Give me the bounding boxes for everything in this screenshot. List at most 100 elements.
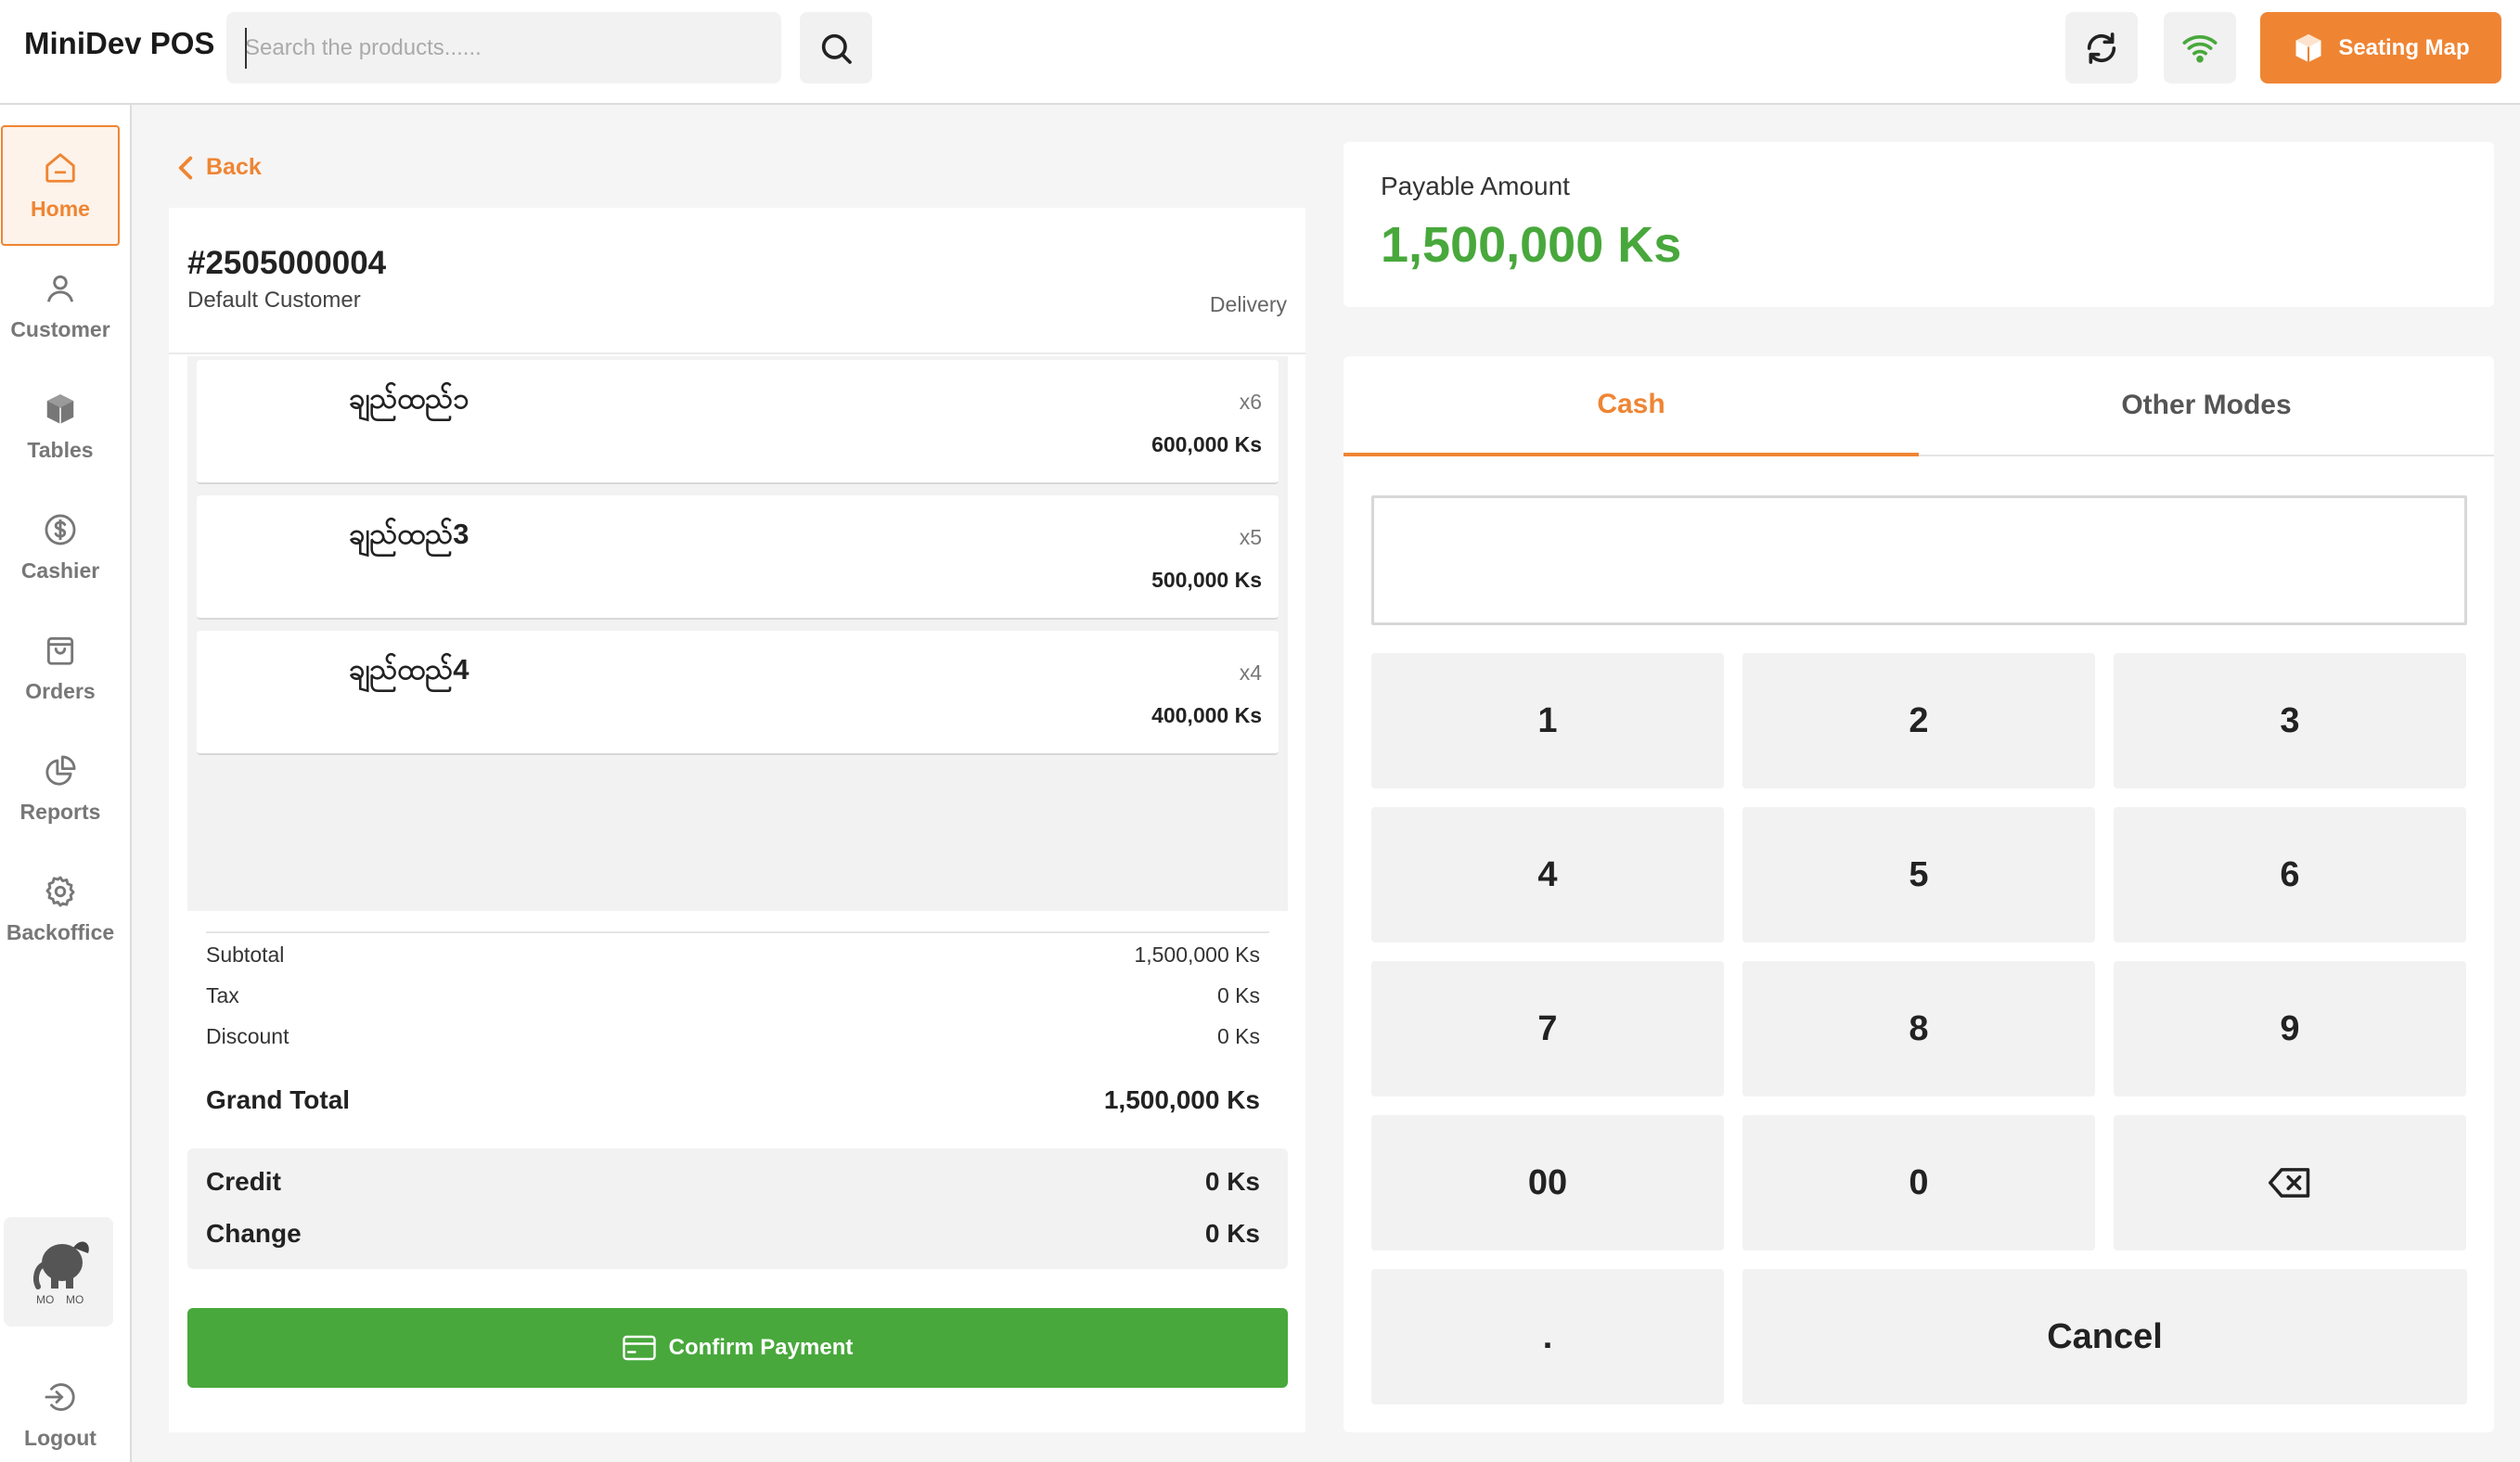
- payable-label: Payable Amount: [1381, 172, 1570, 200]
- backspace-icon: [2269, 1168, 2310, 1198]
- sidebar-item-label: Reports: [19, 799, 101, 824]
- tab-other-modes[interactable]: Other Modes: [1919, 356, 2494, 456]
- top-bar: MiniDev POS Seating Map: [0, 0, 2520, 105]
- app-title: MiniDev POS: [24, 26, 215, 60]
- subtotal-value: 1,500,000 Ks: [1134, 943, 1260, 967]
- sidebar-item-tables[interactable]: Tables: [0, 366, 121, 487]
- item-price: 600,000 Ks: [1151, 432, 1262, 456]
- item-price: 500,000 Ks: [1151, 568, 1262, 592]
- item-name: ချည်ထည်4: [349, 653, 469, 686]
- key-9[interactable]: 9: [2114, 961, 2466, 1096]
- seating-map-button[interactable]: Seating Map: [2260, 12, 2501, 83]
- backspace-button[interactable]: [2114, 1115, 2466, 1250]
- svg-text:MO: MO: [36, 1293, 54, 1306]
- order-number: #2505000004: [187, 245, 387, 281]
- key-1[interactable]: 1: [1371, 653, 1724, 789]
- chevron-left-icon: [178, 156, 193, 179]
- key-2[interactable]: 2: [1742, 653, 2095, 789]
- sidebar-item-cashier[interactable]: Cashier: [0, 487, 121, 608]
- wifi-icon: [2182, 34, 2218, 62]
- key-7[interactable]: 7: [1371, 961, 1724, 1096]
- key-3[interactable]: 3: [2114, 653, 2466, 789]
- key-5[interactable]: 5: [1742, 807, 2095, 943]
- key-4[interactable]: 4: [1371, 807, 1724, 943]
- change-label: Change: [206, 1219, 302, 1248]
- sidebar-item-reports[interactable]: Reports: [0, 728, 121, 849]
- logout-icon: [45, 1382, 75, 1411]
- tax-label: Tax: [206, 983, 239, 1007]
- credit-card-icon: [622, 1335, 656, 1361]
- change-value: 0 Ks: [1204, 1219, 1260, 1248]
- grand-total-label: Grand Total: [206, 1085, 351, 1114]
- sidebar-item-label: Home: [31, 196, 90, 221]
- logout-button[interactable]: Logout: [0, 1354, 121, 1462]
- order-customer: Default Customer: [187, 288, 361, 313]
- sidebar: Home Customer Tables Cashier Orders Repo…: [0, 105, 132, 1462]
- tax-row: Tax 0 Ks: [206, 983, 1260, 1008]
- summary-divider: [206, 931, 1269, 933]
- store-logo: MO MO: [4, 1217, 113, 1327]
- discount-label: Discount: [206, 1024, 289, 1048]
- change-row: Change 0 Ks: [206, 1219, 1260, 1249]
- order-item[interactable]: ချည်ထည်4 x4 400,000 Ks: [197, 631, 1279, 755]
- sync-button[interactable]: [2065, 12, 2138, 83]
- order-panel: #2505000004 Default Customer Delivery ချ…: [169, 208, 1305, 1432]
- sidebar-item-label: Customer: [10, 316, 110, 341]
- cancel-button[interactable]: Cancel: [1742, 1269, 2467, 1404]
- sidebar-item-backoffice[interactable]: Backoffice: [0, 849, 121, 969]
- key-decimal[interactable]: .: [1371, 1269, 1724, 1404]
- refresh-icon: [2087, 32, 2116, 64]
- item-quantity: x4: [1239, 660, 1262, 685]
- sidebar-item-home[interactable]: Home: [1, 125, 120, 246]
- home-icon: [45, 152, 75, 183]
- confirm-payment-button[interactable]: Confirm Payment: [187, 1308, 1288, 1388]
- item-name: ချည်ထည်၁: [349, 382, 469, 415]
- dollar-icon: [45, 514, 76, 545]
- key-00[interactable]: 00: [1371, 1115, 1724, 1250]
- back-button[interactable]: Back: [176, 154, 262, 181]
- search-input[interactable]: [226, 12, 781, 83]
- box-icon: [2295, 33, 2321, 62]
- sidebar-item-label: Tables: [27, 437, 94, 462]
- sidebar-item-customer[interactable]: Customer: [0, 246, 121, 366]
- cube-icon: [46, 393, 74, 424]
- item-price: 400,000 Ks: [1151, 703, 1262, 727]
- text-cursor: [245, 28, 247, 69]
- order-header: #2505000004 Default Customer Delivery: [169, 208, 1305, 354]
- discount-value: 0 Ks: [1216, 1024, 1260, 1048]
- item-quantity: x5: [1239, 525, 1262, 549]
- credit-label: Credit: [206, 1167, 281, 1196]
- seating-map-label: Seating Map: [2338, 34, 2470, 60]
- credit-row: Credit 0 Ks: [206, 1167, 1260, 1197]
- discount-row: Discount 0 Ks: [206, 1024, 1260, 1049]
- cash-amount-input[interactable]: [1371, 495, 2467, 625]
- order-items-list: ချည်ထည်၁ x6 600,000 Ks ချည်ထည်3 x5 500,0…: [187, 356, 1288, 911]
- subtotal-label: Subtotal: [206, 943, 285, 967]
- subtotal-row: Subtotal 1,500,000 Ks: [206, 943, 1260, 968]
- sidebar-item-label: Orders: [25, 678, 96, 703]
- credit-value: 0 Ks: [1204, 1167, 1260, 1196]
- item-quantity: x6: [1239, 390, 1262, 414]
- search-icon: [821, 33, 852, 64]
- order-item[interactable]: ချည်ထည်3 x5 500,000 Ks: [197, 495, 1279, 620]
- order-item[interactable]: ချည်ထည်၁ x6 600,000 Ks: [197, 360, 1279, 484]
- sidebar-item-orders[interactable]: Orders: [0, 608, 121, 728]
- payable-amount-card: Payable Amount 1,500,000 Ks: [1344, 142, 2494, 307]
- credit-change-box: Credit 0 Ks Change 0 Ks: [187, 1148, 1288, 1269]
- logout-label: Logout: [24, 1425, 96, 1450]
- elephant-logo-icon: MO MO: [33, 1241, 89, 1306]
- sidebar-item-label: Backoffice: [6, 919, 115, 944]
- payment-panel: Cash Other Modes 1 2 3 4 5 6 7 8 9 00 0 …: [1344, 356, 2494, 1432]
- search-button[interactable]: [800, 12, 872, 83]
- bag-icon: [46, 636, 74, 665]
- svg-text:MO: MO: [66, 1293, 84, 1306]
- payable-value: 1,500,000 Ks: [1381, 217, 1682, 273]
- gear-icon: [45, 876, 75, 906]
- grand-total-row: Grand Total 1,500,000 Ks: [206, 1085, 1260, 1115]
- connection-status-button[interactable]: [2164, 12, 2236, 83]
- tab-cash[interactable]: Cash: [1344, 356, 1919, 456]
- key-0[interactable]: 0: [1742, 1115, 2095, 1250]
- key-6[interactable]: 6: [2114, 807, 2466, 943]
- key-8[interactable]: 8: [1742, 961, 2095, 1096]
- back-label: Back: [206, 154, 262, 180]
